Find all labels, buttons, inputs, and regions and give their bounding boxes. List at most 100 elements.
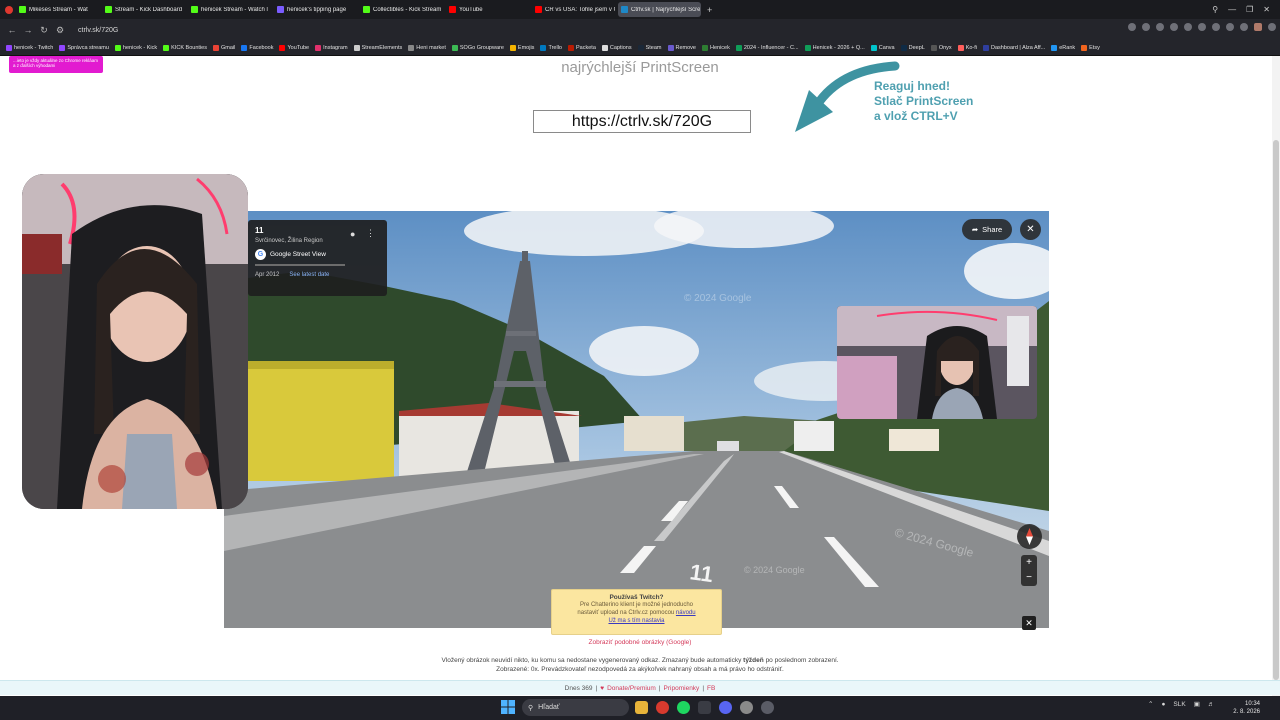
browser-logo-icon[interactable] — [5, 5, 13, 14]
windows-start-icon[interactable] — [501, 700, 515, 714]
feedback-link[interactable]: Pripomienky — [664, 685, 700, 692]
bookmark-label: Henicek - 2026 + Q... — [812, 45, 865, 51]
bookmark-item[interactable]: SOGo Groupware — [451, 45, 504, 51]
bookmark-item[interactable]: Trello — [540, 45, 562, 51]
discord-icon[interactable] — [719, 701, 732, 714]
share-button[interactable]: ➦ Share — [962, 219, 1012, 240]
app-icon[interactable] — [761, 701, 774, 714]
download-icon[interactable] — [1198, 23, 1206, 31]
bookmark-item[interactable]: 2024 - Influencer - C... — [735, 45, 799, 51]
browser-tab[interactable]: ČR vs USA: Tohle jsem v Č — [532, 2, 615, 17]
guide-link[interactable]: návodu — [676, 610, 696, 616]
promo-text: Reaguj hned! Stlač PrintScreen a vlož CT… — [874, 79, 974, 123]
bookmark-item[interactable]: henicek - Twitch — [6, 45, 53, 51]
taskbar-search[interactable]: ⚲ Hľadať — [522, 699, 629, 716]
bookmark-item[interactable]: Emojis — [509, 45, 534, 51]
zoom-control[interactable]: + − — [1021, 555, 1037, 586]
browser-tab[interactable]: henicek's tipping page — [274, 2, 357, 17]
browser-tab[interactable]: henicek Stream - Watch l — [188, 2, 271, 17]
already-set-link[interactable]: Už ma s tím nastavia — [552, 617, 721, 625]
minimize-button[interactable]: — — [1228, 5, 1236, 14]
bookmark-item[interactable]: YouTube — [279, 45, 309, 51]
camera-icon[interactable] — [1142, 23, 1150, 31]
bookmark-favicon-icon — [568, 45, 574, 51]
twitch-notice-title: Používaš Twitch? — [609, 594, 664, 601]
browser-tab[interactable]: Collectibles - Kick Stream — [360, 2, 443, 17]
location-pin-icon[interactable]: ● — [350, 229, 355, 239]
facebook-link[interactable]: FB — [707, 685, 715, 692]
promo-banner[interactable]: ...ieto je vždy aktuálne zo Chrome reklá… — [9, 56, 103, 73]
tray-chevron-icon[interactable]: ⌃ — [1148, 700, 1153, 708]
new-tab-button[interactable]: + — [707, 5, 712, 15]
bookmark-favicon-icon — [279, 45, 286, 51]
menu-icon[interactable] — [1240, 23, 1248, 31]
close-overlay-button[interactable]: ✕ — [1022, 616, 1036, 630]
bookmark-item[interactable]: Steam — [637, 45, 662, 51]
bookmark-item[interactable]: Dashboard | Alza Aff... — [983, 45, 1045, 51]
bookmark-item[interactable]: Remove — [667, 45, 696, 51]
back-icon[interactable]: ← — [4, 25, 20, 35]
close-street-view-button[interactable]: ✕ — [1020, 219, 1041, 240]
browser-tab[interactable]: Ctrlv.sk | Najrýchlejší Scre — [618, 2, 701, 17]
bookmark-item[interactable]: Henicek - 2026 + Q... — [804, 45, 865, 51]
zoom-in-button[interactable]: + — [1021, 555, 1037, 570]
ai-icon[interactable] — [1268, 23, 1276, 31]
url-field[interactable]: ctrlv.sk/720G — [72, 23, 1122, 37]
site-info-icon[interactable]: ⚙ — [52, 25, 68, 36]
bookmark-item[interactable]: Onyx — [930, 45, 952, 51]
play-icon[interactable] — [1184, 23, 1192, 31]
bookmark-item[interactable]: Captions — [601, 45, 632, 51]
zoom-out-button[interactable]: − — [1021, 570, 1037, 585]
bookmark-item[interactable]: Etsy — [1081, 45, 1100, 51]
bookmark-item[interactable]: Henicek — [701, 45, 730, 51]
obs-icon[interactable] — [740, 701, 753, 714]
bookmark-item[interactable]: Gmail — [212, 45, 236, 51]
network-icon[interactable]: ▣ — [1194, 700, 1200, 708]
search-icon[interactable] — [1128, 23, 1136, 31]
more-options-icon[interactable]: ⋮ — [366, 228, 375, 239]
clock[interactable]: 10:34 2. 8. 2026 — [1230, 700, 1260, 716]
bookmark-item[interactable]: DeepL — [900, 45, 925, 51]
file-explorer-icon[interactable] — [635, 701, 648, 714]
browser-tab[interactable]: YouTube — [446, 2, 529, 17]
bookmark-item[interactable]: Instagram — [315, 45, 348, 51]
taskbar-apps — [635, 701, 774, 714]
browser-tab[interactable]: Mikeses Stream - Wat — [16, 2, 99, 17]
shield-icon[interactable] — [1226, 23, 1234, 31]
footer-separator: | — [658, 684, 661, 692]
opera-icon[interactable] — [656, 701, 669, 714]
profile-avatar[interactable] — [1254, 23, 1262, 31]
bookmark-item[interactable]: KICK Bounties — [163, 45, 207, 51]
xbox-icon[interactable] — [698, 701, 711, 714]
bookmark-item[interactable]: Heni market — [408, 45, 446, 51]
spotify-icon[interactable] — [677, 701, 690, 714]
microphone-icon[interactable]: ● — [1161, 701, 1165, 708]
similar-images-link[interactable]: Zobraziť podobné obrázky (Google) — [520, 639, 760, 646]
bookmark-item[interactable]: Canva — [870, 45, 895, 51]
donate-link[interactable]: Donate/Premium — [607, 685, 656, 692]
extension-icon[interactable] — [1170, 23, 1178, 31]
see-latest-date-link[interactable]: See latest date — [289, 272, 329, 278]
share-url-field[interactable]: https://ctrlv.sk/720G — [533, 110, 751, 133]
compass-icon[interactable] — [1017, 524, 1042, 549]
bookmark-item[interactable]: henicek - Kick — [114, 45, 157, 51]
scrollbar-thumb[interactable] — [1273, 140, 1279, 680]
browser-tab[interactable]: Stream - Kick Dashboard — [102, 2, 185, 17]
bookmark-item[interactable]: StreamElements — [353, 45, 402, 51]
bookmark-item[interactable]: Packeta — [568, 45, 596, 51]
close-window-button[interactable]: ✕ — [1263, 5, 1270, 14]
search-tabs-icon[interactable]: ⚲ — [1212, 5, 1218, 14]
bookmark-item[interactable]: eRank — [1051, 45, 1075, 51]
language-indicator[interactable]: SLK — [1173, 701, 1185, 708]
volume-icon[interactable]: ♬ — [1208, 701, 1215, 708]
restore-button[interactable]: ❐ — [1246, 5, 1253, 14]
screenshot-icon[interactable] — [1156, 23, 1164, 31]
bookmark-item[interactable]: Ko-fi — [957, 45, 977, 51]
forward-icon[interactable]: → — [20, 25, 36, 35]
heart-icon[interactable] — [1212, 23, 1220, 31]
reload-icon[interactable]: ↻ — [36, 25, 52, 36]
bookmark-item[interactable]: Facebook — [241, 45, 273, 51]
bookmark-label: Gmail — [220, 45, 236, 51]
bookmark-item[interactable]: Správca streamu — [59, 45, 109, 51]
bookmark-label: eRank — [1059, 45, 1076, 51]
